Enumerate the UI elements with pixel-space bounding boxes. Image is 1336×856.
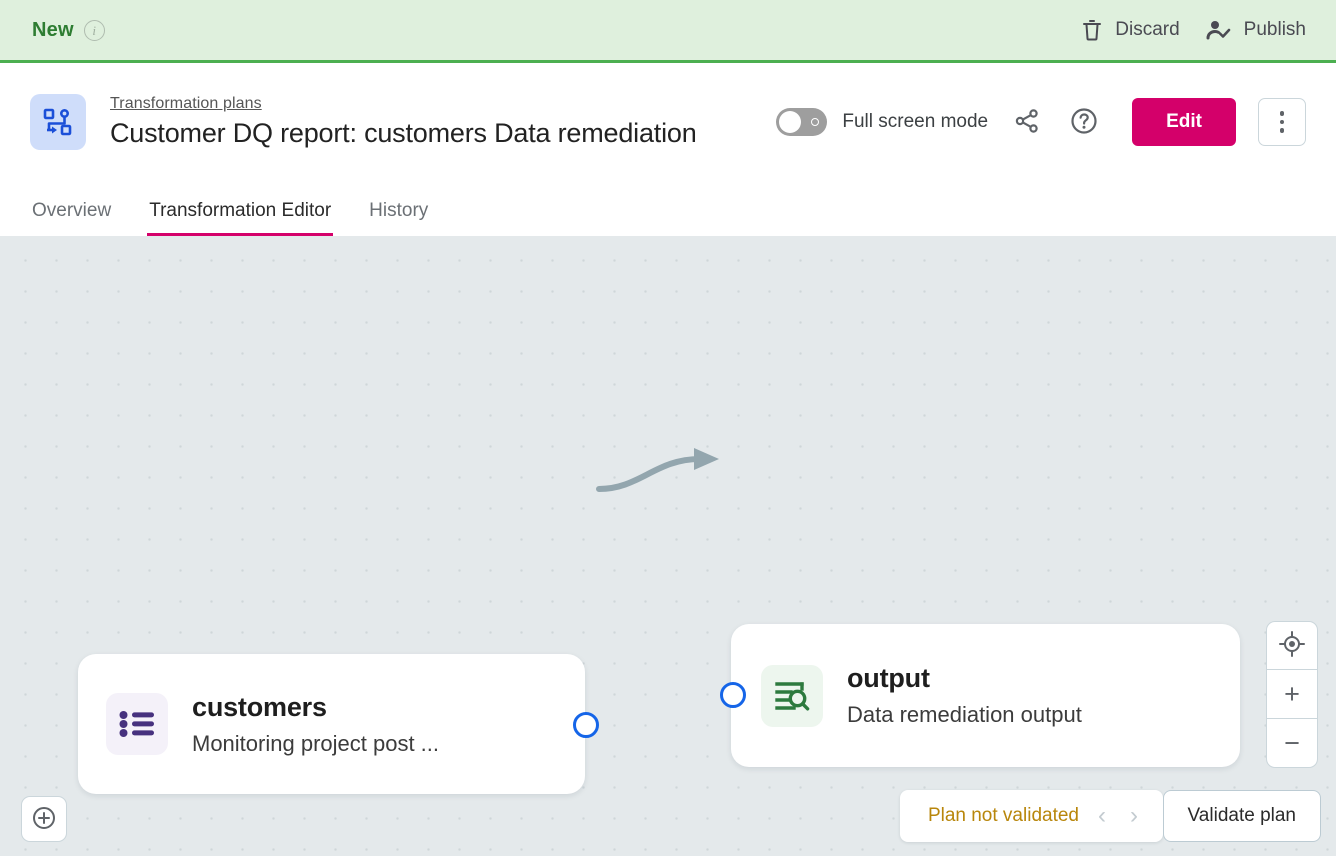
transformation-editor-app: New i Discard [0, 0, 1336, 856]
bulleted-list-icon [106, 693, 168, 755]
trash-icon [1081, 18, 1103, 42]
person-check-icon [1206, 18, 1232, 42]
next-issue-button[interactable]: › [1125, 804, 1143, 828]
more-options-button[interactable] [1258, 98, 1306, 146]
validation-status-label: Plan not validated [928, 805, 1079, 827]
banner-status-group: New i [0, 19, 105, 42]
page-title: Customer DQ report: customers Data remed… [110, 118, 697, 149]
canvas-zoom-controls: + − [1266, 621, 1318, 768]
toggle-off-indicator [811, 118, 819, 126]
recenter-button[interactable] [1266, 621, 1318, 670]
data-quality-search-icon [761, 665, 823, 727]
status-banner: New i Discard [0, 0, 1336, 63]
node-customers-text: customers Monitoring project post ... [192, 692, 439, 757]
page-header: Transformation plans Customer DQ report:… [0, 63, 1336, 181]
node-output-input-port[interactable] [720, 682, 746, 708]
tab-transformation-editor[interactable]: Transformation Editor [147, 200, 333, 236]
tab-bar: Overview Transformation Editor History [0, 181, 1336, 236]
validate-plan-button[interactable]: Validate plan [1163, 790, 1321, 842]
minus-icon: − [1284, 730, 1300, 757]
transformation-flow-icon [30, 94, 86, 150]
zoom-in-button[interactable]: + [1266, 670, 1318, 719]
edge-customers-to-output [599, 459, 700, 489]
banner-actions: Discard Publish [1081, 18, 1336, 42]
node-output-text: output Data remediation output [847, 663, 1082, 728]
header-actions: Full screen mode [776, 98, 1306, 146]
plus-icon: + [1284, 681, 1300, 708]
node-output-subtitle: Data remediation output [847, 702, 1082, 728]
node-output-title: output [847, 663, 1082, 694]
breadcrumb[interactable]: Transformation plans [110, 95, 697, 113]
node-customers[interactable]: customers Monitoring project post ... [78, 654, 585, 794]
edit-button[interactable]: Edit [1132, 98, 1236, 146]
node-customers-output-port[interactable] [573, 712, 599, 738]
node-output[interactable]: output Data remediation output [731, 624, 1240, 767]
status-label: New [32, 19, 74, 42]
publish-button[interactable]: Publish [1206, 18, 1306, 42]
toggle-track[interactable] [776, 108, 827, 136]
discard-button[interactable]: Discard [1081, 18, 1179, 42]
node-customers-title: customers [192, 692, 439, 723]
tab-overview[interactable]: Overview [30, 200, 113, 236]
edge-arrowhead [694, 448, 719, 470]
help-circle-icon [1070, 107, 1098, 138]
zoom-out-button[interactable]: − [1266, 719, 1318, 768]
fullscreen-mode-toggle[interactable]: Full screen mode [776, 108, 988, 136]
flow-canvas[interactable]: customers Monitoring project post ... ou… [0, 236, 1336, 856]
info-circle-icon[interactable]: i [84, 20, 105, 41]
title-block: Transformation plans Customer DQ report:… [110, 95, 697, 149]
share-icon [1014, 108, 1040, 137]
help-button[interactable] [1066, 103, 1102, 142]
fullscreen-mode-label: Full screen mode [842, 111, 988, 133]
previous-issue-button[interactable]: ‹ [1093, 804, 1111, 828]
plus-circle-icon [31, 805, 57, 834]
toggle-knob [779, 111, 801, 133]
publish-label: Publish [1244, 19, 1306, 41]
share-button[interactable] [1010, 104, 1044, 141]
node-customers-subtitle: Monitoring project post ... [192, 731, 439, 757]
add-node-button[interactable] [21, 796, 67, 842]
discard-label: Discard [1115, 19, 1179, 41]
kebab-menu-icon [1280, 111, 1285, 133]
validation-status-bar: Plan not validated ‹ › [900, 790, 1163, 842]
tab-history[interactable]: History [367, 200, 430, 236]
crosshair-target-icon [1279, 631, 1305, 660]
